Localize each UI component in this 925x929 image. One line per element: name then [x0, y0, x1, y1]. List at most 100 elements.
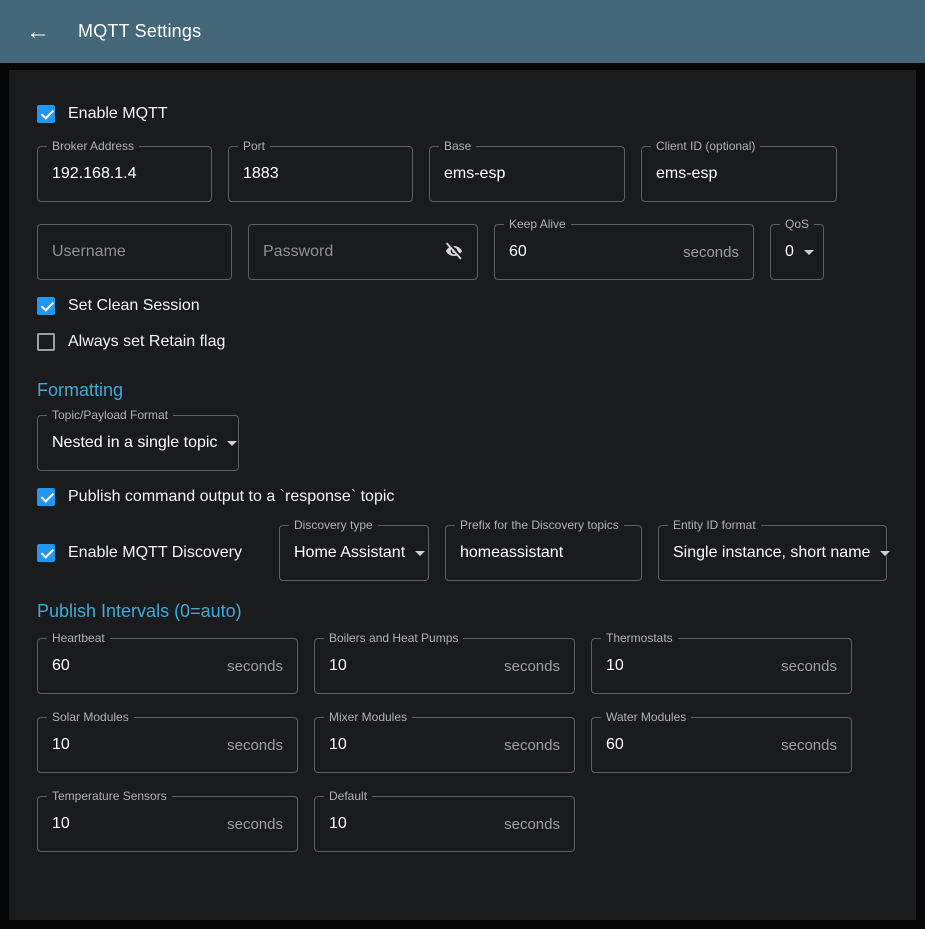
- thermostats-interval-field[interactable]: Thermostats seconds: [591, 638, 852, 694]
- keep-alive-suffix: seconds: [683, 244, 739, 261]
- username-field[interactable]: [37, 224, 232, 280]
- clean-session-label: Set Clean Session: [68, 297, 200, 315]
- visibility-off-icon: [443, 240, 465, 265]
- default-interval-field[interactable]: Default seconds: [314, 796, 575, 852]
- interval-suffix: seconds: [504, 737, 560, 754]
- interval-suffix: seconds: [504, 816, 560, 833]
- water-interval-field[interactable]: Water Modules seconds: [591, 717, 852, 773]
- retain-flag-label: Always set Retain flag: [68, 333, 225, 351]
- heartbeat-interval-field[interactable]: Heartbeat seconds: [37, 638, 298, 694]
- chevron-down-icon: [880, 551, 890, 556]
- topic-format-row: Topic/Payload Format Nested in a single …: [37, 415, 888, 471]
- checkbox-checked-icon[interactable]: [37, 488, 55, 506]
- discovery-type-value: Home Assistant: [294, 544, 405, 562]
- broker-row: Broker Address Port Base Client ID (opti…: [37, 146, 888, 202]
- qos-label: QoS: [780, 217, 814, 232]
- clean-session-checkbox[interactable]: Set Clean Session: [37, 288, 200, 324]
- page-title: MQTT Settings: [78, 21, 201, 42]
- temperature-interval-input[interactable]: [38, 815, 227, 833]
- enable-mqtt-checkbox[interactable]: Enable MQTT: [37, 96, 168, 132]
- mixer-interval-field[interactable]: Mixer Modules seconds: [314, 717, 575, 773]
- username-input[interactable]: [38, 243, 231, 261]
- qos-select[interactable]: QoS 0: [770, 224, 824, 280]
- checkbox-checked-icon[interactable]: [37, 297, 55, 315]
- solar-interval-field[interactable]: Solar Modules seconds: [37, 717, 298, 773]
- base-input[interactable]: [430, 165, 624, 183]
- password-field[interactable]: [248, 224, 478, 280]
- chevron-down-icon: [227, 441, 237, 446]
- client-id-input[interactable]: [642, 165, 836, 183]
- topic-format-label: Topic/Payload Format: [47, 408, 173, 423]
- toggle-password-visibility-button[interactable]: [439, 236, 469, 269]
- discovery-prefix-input[interactable]: [446, 544, 641, 562]
- entity-id-format-select[interactable]: Entity ID format Single instance, short …: [658, 525, 887, 581]
- publish-response-checkbox[interactable]: Publish command output to a `response` t…: [37, 479, 394, 515]
- enable-mqtt-label: Enable MQTT: [68, 105, 168, 123]
- interval-label: Mixer Modules: [324, 710, 412, 725]
- publish-intervals-heading: Publish Intervals (0=auto): [37, 601, 888, 622]
- base-label: Base: [439, 139, 476, 154]
- keep-alive-field[interactable]: Keep Alive seconds: [494, 224, 754, 280]
- enable-discovery-label: Enable MQTT Discovery: [68, 544, 242, 562]
- appbar: ← MQTT Settings: [0, 0, 925, 63]
- interval-label: Default: [324, 789, 372, 804]
- port-label: Port: [238, 139, 270, 154]
- checkbox-checked-icon[interactable]: [37, 105, 55, 123]
- discovery-prefix-field[interactable]: Prefix for the Discovery topics: [445, 525, 642, 581]
- thermostats-interval-input[interactable]: [592, 657, 781, 675]
- credentials-row: Keep Alive seconds QoS 0: [37, 224, 888, 280]
- publish-response-label: Publish command output to a `response` t…: [68, 488, 394, 506]
- interval-label: Temperature Sensors: [47, 789, 172, 804]
- interval-label: Water Modules: [601, 710, 691, 725]
- interval-suffix: seconds: [781, 658, 837, 675]
- discovery-row: Enable MQTT Discovery Discovery type Hom…: [37, 525, 888, 581]
- discovery-type-select[interactable]: Discovery type Home Assistant: [279, 525, 429, 581]
- checkbox-unchecked-icon[interactable]: [37, 333, 55, 351]
- boilers-interval-field[interactable]: Boilers and Heat Pumps seconds: [314, 638, 575, 694]
- interval-suffix: seconds: [781, 737, 837, 754]
- interval-label: Solar Modules: [47, 710, 134, 725]
- temperature-interval-field[interactable]: Temperature Sensors seconds: [37, 796, 298, 852]
- mqtt-settings-form: Enable MQTT Broker Address Port Base Cli…: [9, 70, 916, 920]
- broker-address-input[interactable]: [38, 165, 211, 183]
- discovery-prefix-label: Prefix for the Discovery topics: [455, 518, 624, 533]
- arrow-left-icon: ←: [26, 18, 50, 45]
- client-id-field[interactable]: Client ID (optional): [641, 146, 837, 202]
- water-interval-input[interactable]: [592, 736, 781, 754]
- interval-suffix: seconds: [227, 816, 283, 833]
- interval-suffix: seconds: [227, 737, 283, 754]
- interval-label: Thermostats: [601, 631, 678, 646]
- chevron-down-icon: [804, 250, 814, 255]
- entity-id-format-label: Entity ID format: [668, 518, 761, 533]
- back-button[interactable]: ←: [22, 16, 54, 48]
- discovery-type-label: Discovery type: [289, 518, 378, 533]
- checkbox-checked-icon[interactable]: [37, 544, 55, 562]
- base-field[interactable]: Base: [429, 146, 625, 202]
- default-interval-input[interactable]: [315, 815, 504, 833]
- interval-label: Heartbeat: [47, 631, 110, 646]
- formatting-heading: Formatting: [37, 380, 888, 401]
- chevron-down-icon: [415, 551, 425, 556]
- broker-address-label: Broker Address: [47, 139, 139, 154]
- keep-alive-label: Keep Alive: [504, 217, 571, 232]
- qos-value: 0: [785, 243, 794, 261]
- broker-address-field[interactable]: Broker Address: [37, 146, 212, 202]
- retain-flag-checkbox[interactable]: Always set Retain flag: [37, 324, 225, 360]
- solar-interval-input[interactable]: [38, 736, 227, 754]
- mixer-interval-input[interactable]: [315, 736, 504, 754]
- publish-intervals-grid: Heartbeat seconds Boilers and Heat Pumps…: [37, 638, 888, 852]
- topic-format-select[interactable]: Topic/Payload Format Nested in a single …: [37, 415, 239, 471]
- port-field[interactable]: Port: [228, 146, 413, 202]
- enable-discovery-checkbox[interactable]: Enable MQTT Discovery: [37, 544, 242, 562]
- entity-id-format-value: Single instance, short name: [673, 544, 870, 562]
- port-input[interactable]: [229, 165, 412, 183]
- interval-suffix: seconds: [227, 658, 283, 675]
- keep-alive-input[interactable]: [495, 243, 683, 261]
- topic-format-value: Nested in a single topic: [52, 434, 217, 452]
- client-id-label: Client ID (optional): [651, 139, 760, 154]
- interval-suffix: seconds: [504, 658, 560, 675]
- password-input[interactable]: [249, 243, 439, 261]
- boilers-interval-input[interactable]: [315, 657, 504, 675]
- interval-label: Boilers and Heat Pumps: [324, 631, 463, 646]
- heartbeat-interval-input[interactable]: [38, 657, 227, 675]
